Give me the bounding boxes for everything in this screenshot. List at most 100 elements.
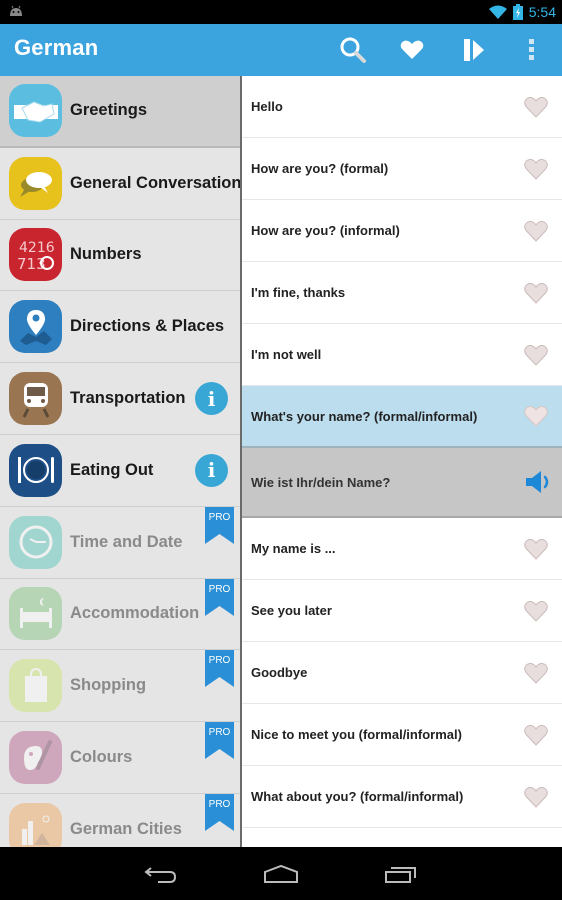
- phrase-row[interactable]: I'm not well: [242, 324, 562, 386]
- action-bar: German: [0, 24, 562, 76]
- phrase-text: I'm fine, thanks: [251, 285, 346, 300]
- category-label: Time and Date: [70, 532, 183, 551]
- category-label: German Cities: [70, 819, 182, 838]
- city-icon: [9, 802, 62, 847]
- category-label: Colours: [70, 748, 133, 767]
- heart-icon[interactable]: [524, 344, 548, 366]
- app-title: German: [14, 35, 99, 60]
- phrase-text: How are you? (formal): [251, 161, 389, 176]
- phrase-row[interactable]: I'm fine, thanks: [242, 262, 562, 324]
- map-pin-icon: [9, 300, 62, 354]
- heart-icon[interactable]: [524, 220, 548, 242]
- category-item-transportation[interactable]: Transportation i: [0, 363, 240, 435]
- heart-icon: [400, 40, 424, 59]
- recent-apps-icon: [385, 867, 416, 883]
- home-icon: [264, 864, 298, 883]
- home-button[interactable]: [261, 861, 301, 887]
- wifi-icon: [488, 5, 507, 19]
- heart-icon[interactable]: [524, 158, 548, 180]
- numbers-icon: 4216 713: [9, 228, 62, 282]
- phrase-text: See you later: [251, 603, 332, 618]
- heart-icon[interactable]: [524, 724, 548, 746]
- overflow-menu-icon: [529, 39, 534, 60]
- category-list[interactable]: Greetings General Conversation 4216 713 N…: [0, 76, 240, 847]
- play-icon: [464, 39, 484, 61]
- phrase-row[interactable]: See you later: [242, 580, 562, 642]
- favorites-button[interactable]: [395, 34, 429, 66]
- content-area: Greetings General Conversation 4216 713 N…: [0, 76, 562, 847]
- android-icon: [10, 5, 22, 16]
- pro-badge-text: PRO: [209, 512, 231, 523]
- pro-badge: PRO: [205, 650, 234, 688]
- overflow-menu-button[interactable]: [515, 34, 549, 66]
- search-button[interactable]: [336, 34, 370, 66]
- status-bar: 5:54: [0, 0, 562, 24]
- play-all-button[interactable]: [457, 34, 491, 66]
- heart-icon[interactable]: [524, 96, 548, 118]
- recent-apps-button[interactable]: [381, 861, 421, 887]
- category-label: Greetings: [70, 101, 148, 120]
- bed-icon: [9, 587, 62, 641]
- palette-icon: [9, 731, 62, 785]
- navigation-bar: [0, 847, 562, 900]
- back-button[interactable]: [141, 861, 181, 887]
- category-item-colours[interactable]: Colours PRO: [0, 722, 240, 794]
- phrase-row[interactable]: How are you? (informal): [242, 200, 562, 262]
- category-item-german-cities[interactable]: German Cities PRO: [0, 793, 240, 847]
- phrase-text: What about you? (formal/informal): [251, 789, 464, 804]
- phrase-row[interactable]: Nice to meet you (formal/informal): [242, 704, 562, 766]
- phrase-row-selected[interactable]: What's your name? (formal/informal): [242, 386, 562, 448]
- phrase-text: I'm not well: [251, 347, 322, 362]
- phrase-row[interactable]: What about you? (formal/informal): [242, 766, 562, 828]
- pro-badge-text: PRO: [209, 584, 231, 595]
- info-icon: i: [207, 458, 216, 483]
- heart-icon[interactable]: [524, 405, 548, 427]
- pro-badge: PRO: [205, 506, 234, 544]
- phrase-row[interactable]: Goodbye: [242, 642, 562, 704]
- heart-icon[interactable]: [524, 600, 548, 622]
- category-item-eating-out[interactable]: Eating Out i: [0, 435, 240, 507]
- category-label: Transportation: [70, 389, 186, 408]
- pro-badge: PRO: [205, 793, 234, 831]
- search-icon: [340, 37, 366, 63]
- category-label: Accommodation: [70, 604, 200, 623]
- phrase-row[interactable]: My name is ...: [242, 518, 562, 580]
- plate-cutlery-icon: [9, 443, 62, 497]
- phrase-text: How are you? (informal): [251, 223, 400, 238]
- heart-icon[interactable]: [524, 282, 548, 304]
- pro-badge: PRO: [205, 722, 234, 760]
- category-item-shopping[interactable]: Shopping PRO: [0, 650, 240, 723]
- category-label: Directions & Places: [70, 317, 225, 336]
- clock-time: 5:54: [528, 4, 556, 20]
- phrase-row[interactable]: How are you? (formal): [242, 138, 562, 200]
- category-item-time-and-date[interactable]: Time and Date PRO: [0, 506, 240, 579]
- phrase-text: Hello: [251, 99, 283, 114]
- translation-row[interactable]: Wie ist Ihr/dein Name?: [242, 448, 562, 518]
- phrase-row[interactable]: Hello: [242, 76, 562, 138]
- speaker-icon[interactable]: [524, 469, 552, 495]
- handshake-icon: [9, 84, 62, 138]
- pro-badge-text: PRO: [209, 727, 231, 738]
- info-icon: i: [207, 386, 216, 411]
- category-label: Numbers: [70, 245, 142, 264]
- category-item-general-conversation[interactable]: General Conversation: [0, 148, 240, 220]
- phrase-text: My name is ...: [251, 541, 336, 556]
- category-item-greetings[interactable]: Greetings: [0, 76, 240, 148]
- phrase-list[interactable]: Hello How are you? (formal) How are you?…: [242, 76, 562, 847]
- category-item-accommodation[interactable]: Accommodation PRO: [0, 578, 240, 651]
- train-icon: [9, 372, 62, 426]
- info-button[interactable]: i: [195, 453, 228, 487]
- heart-icon[interactable]: [524, 662, 548, 684]
- phrase-row[interactable]: [242, 828, 562, 847]
- pro-badge-text: PRO: [209, 799, 231, 810]
- heart-icon[interactable]: [524, 538, 548, 560]
- category-item-numbers[interactable]: 4216 713 Numbers: [0, 220, 240, 292]
- category-label: Shopping: [70, 676, 147, 695]
- pro-badge-text: PRO: [209, 655, 231, 666]
- category-item-directions-places[interactable]: Directions & Places: [0, 291, 240, 364]
- phrase-text: What's your name? (formal/informal): [251, 408, 478, 424]
- back-icon: [144, 867, 177, 883]
- info-button[interactable]: i: [195, 382, 228, 416]
- heart-icon[interactable]: [524, 786, 548, 808]
- phrase-text: Nice to meet you (formal/informal): [251, 727, 462, 742]
